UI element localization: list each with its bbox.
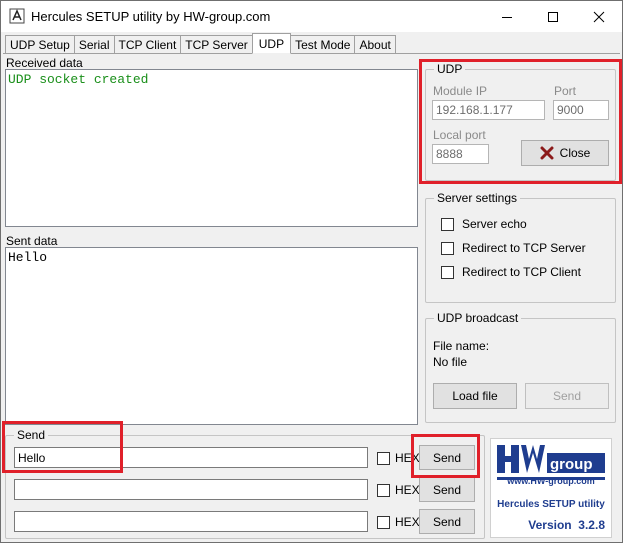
logo-product: Hercules SETUP utility — [497, 499, 605, 510]
hex-box-2[interactable] — [377, 483, 390, 497]
hex-box-1[interactable] — [377, 451, 390, 465]
hex-checkbox-3[interactable]: HEX — [377, 515, 420, 529]
server-echo-label: Server echo — [462, 217, 527, 231]
send-group-title: Send — [14, 428, 49, 442]
hex-checkbox-1[interactable]: HEX — [377, 451, 420, 465]
send-button-3[interactable]: Send — [419, 509, 475, 534]
hex-box-3[interactable] — [377, 515, 390, 529]
tab-strip: UDP Setup Serial TCP Client TCP Server U… — [5, 33, 396, 54]
send-input-2[interactable] — [14, 479, 368, 500]
module-ip-label: Module IP — [433, 84, 488, 98]
send-input-1[interactable]: Hello — [14, 447, 368, 468]
tab-tcp-client[interactable]: TCP Client — [113, 35, 182, 54]
local-port-label: Local port — [433, 128, 486, 142]
title-bar: Hercules SETUP utility by HW-group.com — [1, 1, 622, 32]
broadcast-send-button[interactable]: Send — [525, 383, 609, 409]
hex-checkbox-2[interactable]: HEX — [377, 483, 420, 497]
module-ip-field[interactable]: 192.168.1.177 — [432, 100, 545, 120]
send-button-2[interactable]: Send — [419, 477, 475, 502]
logo-url: www.HW-group.com — [507, 476, 595, 486]
close-icon — [593, 11, 605, 22]
port-label: Port — [554, 84, 577, 98]
server-echo-box[interactable] — [441, 217, 454, 231]
redirect-tcp-server-checkbox[interactable]: Redirect to TCP Server — [441, 241, 586, 255]
load-file-button[interactable]: Load file — [433, 383, 517, 409]
sent-data-label: Sent data — [6, 234, 58, 248]
file-name-value: No file — [433, 355, 468, 369]
udp-close-button[interactable]: Close — [521, 140, 609, 166]
local-port-field[interactable]: 8888 — [432, 144, 489, 164]
minimize-icon — [502, 16, 512, 18]
server-settings-title: Server settings — [434, 191, 521, 205]
hex-label-2: HEX — [395, 483, 420, 497]
app-window: Hercules SETUP utility by HW-group.com U… — [0, 0, 623, 543]
received-data-label: Received data — [6, 56, 83, 70]
tab-serial[interactable]: Serial — [73, 35, 115, 54]
redirect-tcp-client-checkbox[interactable]: Redirect to TCP Client — [441, 265, 581, 279]
port-field[interactable]: 9000 — [553, 100, 609, 120]
window-title: Hercules SETUP utility by HW-group.com — [31, 9, 271, 24]
udp-close-button-label: Close — [559, 146, 591, 160]
hercules-app-icon[interactable] — [9, 8, 25, 24]
file-name-label: File name: — [433, 339, 490, 353]
hex-label-3: HEX — [395, 515, 420, 529]
redirect-tcp-server-label: Redirect to TCP Server — [462, 241, 586, 255]
logo-version: Version 3.2.8 — [528, 518, 605, 532]
close-window-button[interactable] — [576, 1, 622, 32]
tab-tcp-server[interactable]: TCP Server — [180, 35, 253, 54]
hex-label-1: HEX — [395, 451, 420, 465]
tab-udp-setup[interactable]: UDP Setup — [5, 35, 75, 54]
send-button-1[interactable]: Send — [419, 445, 475, 470]
received-data-textarea[interactable]: UDP socket created — [5, 69, 418, 227]
redirect-tcp-client-label: Redirect to TCP Client — [462, 265, 581, 279]
send-input-3[interactable] — [14, 511, 368, 532]
hw-group-logo[interactable]: group www.HW-group.com Hercules SETUP ut… — [490, 438, 612, 538]
x-icon — [540, 146, 554, 160]
minimize-button[interactable] — [484, 1, 530, 32]
server-echo-checkbox[interactable]: Server echo — [441, 217, 527, 231]
redirect-tcp-client-box[interactable] — [441, 265, 454, 279]
tab-test-mode[interactable]: Test Mode — [290, 35, 356, 54]
udp-group-title: UDP — [434, 62, 466, 76]
tab-about[interactable]: About — [354, 35, 396, 54]
maximize-icon — [548, 11, 558, 22]
redirect-tcp-server-box[interactable] — [441, 241, 454, 255]
logo-group-text: group — [550, 456, 593, 473]
sent-data-textarea[interactable]: Hello — [5, 247, 418, 425]
maximize-button[interactable] — [530, 1, 576, 32]
tab-udp[interactable]: UDP — [251, 33, 292, 54]
udp-broadcast-title: UDP broadcast — [434, 311, 522, 325]
